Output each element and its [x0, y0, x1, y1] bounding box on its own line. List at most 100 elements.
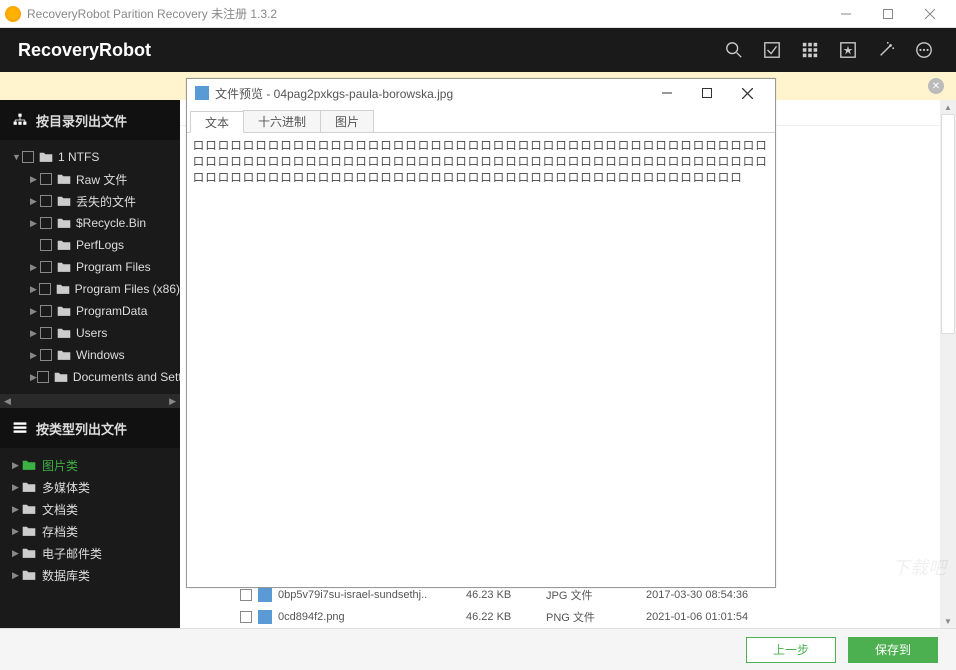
expand-arrow-icon[interactable]: ▶ — [30, 262, 40, 273]
wand-icon[interactable] — [872, 36, 900, 64]
sidebar: 按目录列出文件 ▼1 NTFS▶Raw 文件▶丢失的文件▶$Recycle.Bi… — [0, 100, 180, 628]
tree-checkbox[interactable] — [40, 173, 52, 185]
tree-checkbox[interactable] — [40, 349, 52, 361]
dialog-close-button[interactable] — [727, 79, 767, 107]
tree-item[interactable]: ▶ ProgramData — [0, 300, 180, 322]
tree-item-label: $Recycle.Bin — [76, 216, 146, 230]
directory-tree: ▼1 NTFS▶Raw 文件▶丢失的文件▶$Recycle.BinPerfLog… — [0, 140, 180, 394]
tree-item-label: Program Files (x86) — [75, 282, 180, 296]
dialog-minimize-button[interactable] — [647, 79, 687, 107]
file-checkbox[interactable] — [240, 611, 252, 623]
expand-arrow-icon[interactable]: ▶ — [30, 196, 40, 207]
dialog-maximize-button[interactable] — [687, 79, 727, 107]
category-item[interactable]: ▶ 电子邮件类 — [0, 542, 180, 564]
preview-dialog: 文件预览 - 04pag2pxkgs-paula-borowska.jpg 文本… — [186, 78, 776, 588]
sidebar-by-type-header: 按类型列出文件 — [0, 408, 180, 448]
file-checkbox[interactable] — [240, 589, 252, 601]
file-type: JPG 文件 — [546, 587, 646, 603]
app-toolbar: RecoveryRobot — [0, 28, 956, 72]
check-icon[interactable] — [758, 36, 786, 64]
ribbon-close-button[interactable]: ✕ — [928, 78, 944, 94]
folder-icon — [54, 371, 68, 383]
scroll-up-icon[interactable]: ▲ — [940, 100, 956, 114]
tree-item[interactable]: ▶ Program Files (x86) — [0, 278, 180, 300]
tree-checkbox[interactable] — [40, 195, 52, 207]
tree-checkbox[interactable] — [40, 239, 52, 251]
category-item[interactable]: ▶图片类 — [0, 454, 180, 476]
category-label: 存档类 — [42, 523, 78, 540]
category-item[interactable]: ▶文档类 — [0, 498, 180, 520]
category-item[interactable]: ▶多媒体类 — [0, 476, 180, 498]
more-icon[interactable] — [910, 36, 938, 64]
tree-checkbox[interactable] — [40, 327, 52, 339]
expand-arrow-icon[interactable]: ▶ — [30, 284, 39, 295]
window-maximize-button[interactable] — [867, 0, 909, 28]
expand-arrow-icon[interactable]: ▶ — [12, 460, 22, 471]
dialog-title: 文件预览 - 04pag2pxkgs-paula-borowska.jpg — [215, 85, 453, 102]
tree-item-label: 1 NTFS — [58, 150, 99, 164]
scroll-right-icon[interactable]: ▶ — [169, 396, 176, 407]
grid-icon[interactable] — [796, 36, 824, 64]
scroll-down-icon[interactable]: ▼ — [940, 614, 956, 628]
tree-checkbox[interactable] — [40, 217, 52, 229]
tree-item[interactable]: ▶Windows — [0, 344, 180, 366]
search-icon[interactable] — [720, 36, 748, 64]
tree-item[interactable]: ▶ Documents and Settings — [0, 366, 180, 388]
tree-item[interactable]: ▼ 1 NTFS — [0, 146, 180, 168]
tree-item-label: ProgramData — [76, 304, 147, 318]
expand-arrow-icon[interactable]: ▶ — [12, 570, 22, 581]
save-to-button[interactable]: 保存到 — [848, 637, 938, 663]
tree-item-label: 丢失的文件 — [76, 193, 136, 210]
tree-checkbox[interactable] — [37, 371, 49, 383]
expand-arrow-icon[interactable]: ▶ — [12, 548, 22, 559]
category-label: 电子邮件类 — [42, 545, 102, 562]
window-titlebar: RecoveryRobot Parition Recovery 未注册 1.3.… — [0, 0, 956, 28]
folder-icon — [57, 305, 71, 317]
expand-arrow-icon[interactable]: ▶ — [12, 504, 22, 515]
expand-arrow-icon[interactable]: ▶ — [30, 350, 40, 361]
file-row[interactable]: 0cd894f2.png46.22 KBPNG 文件2021-01-06 01:… — [180, 606, 956, 628]
tab-text[interactable]: 文本 — [190, 111, 244, 133]
bottom-action-bar: 上一步 保存到 — [0, 628, 956, 670]
tree-checkbox[interactable] — [39, 283, 51, 295]
expand-arrow-icon[interactable]: ▶ — [30, 306, 40, 317]
sidebar-horizontal-scrollbar[interactable]: ◀ ▶ — [0, 394, 180, 408]
tree-checkbox[interactable] — [40, 261, 52, 273]
tree-checkbox[interactable] — [40, 305, 52, 317]
dialog-body: 口口口口口口口口口口口口口口口口口口口口口口口口口口口口口口口口口口口口口口口口… — [187, 133, 775, 587]
tab-hex[interactable]: 十六进制 — [243, 110, 321, 132]
tree-item[interactable]: ▶Raw 文件 — [0, 168, 180, 190]
sidebar-by-directory-header: 按目录列出文件 — [0, 100, 180, 140]
expand-arrow-icon[interactable]: ▶ — [12, 526, 22, 537]
previous-button[interactable]: 上一步 — [746, 637, 836, 663]
window-minimize-button[interactable] — [825, 0, 867, 28]
dialog-file-icon — [195, 86, 209, 100]
tree-item[interactable]: ▶ Users — [0, 322, 180, 344]
scroll-left-icon[interactable]: ◀ — [4, 396, 11, 407]
file-type-icon — [258, 610, 272, 624]
category-item[interactable]: ▶数据库类 — [0, 564, 180, 586]
expand-arrow-icon[interactable]: ▶ — [30, 372, 37, 383]
folder-icon — [22, 481, 36, 493]
category-item[interactable]: ▶ 存档类 — [0, 520, 180, 542]
expand-arrow-icon[interactable]: ▶ — [30, 328, 40, 339]
tree-item-label: Program Files — [76, 260, 151, 274]
expand-arrow-icon[interactable]: ▶ — [12, 482, 22, 493]
tree-item[interactable]: ▶ Program Files — [0, 256, 180, 278]
folder-icon — [57, 327, 71, 339]
scrollbar-thumb[interactable] — [941, 114, 955, 334]
expand-arrow-icon[interactable]: ▼ — [12, 152, 22, 162]
folder-icon — [22, 459, 36, 471]
expand-arrow-icon[interactable]: ▶ — [30, 174, 40, 185]
tree-item-label: Users — [76, 326, 107, 340]
tree-item[interactable]: ▶ 丢失的文件 — [0, 190, 180, 212]
tree-item[interactable]: PerfLogs — [0, 234, 180, 256]
vertical-scrollbar[interactable]: ▲ ▼ — [940, 100, 956, 628]
tab-image[interactable]: 图片 — [320, 110, 374, 132]
bookmark-icon[interactable] — [834, 36, 862, 64]
tree-item-label: Documents and Settings — [73, 370, 180, 384]
tree-checkbox[interactable] — [22, 151, 34, 163]
tree-item[interactable]: ▶ $Recycle.Bin — [0, 212, 180, 234]
expand-arrow-icon[interactable]: ▶ — [30, 218, 40, 229]
window-close-button[interactable] — [909, 0, 951, 28]
